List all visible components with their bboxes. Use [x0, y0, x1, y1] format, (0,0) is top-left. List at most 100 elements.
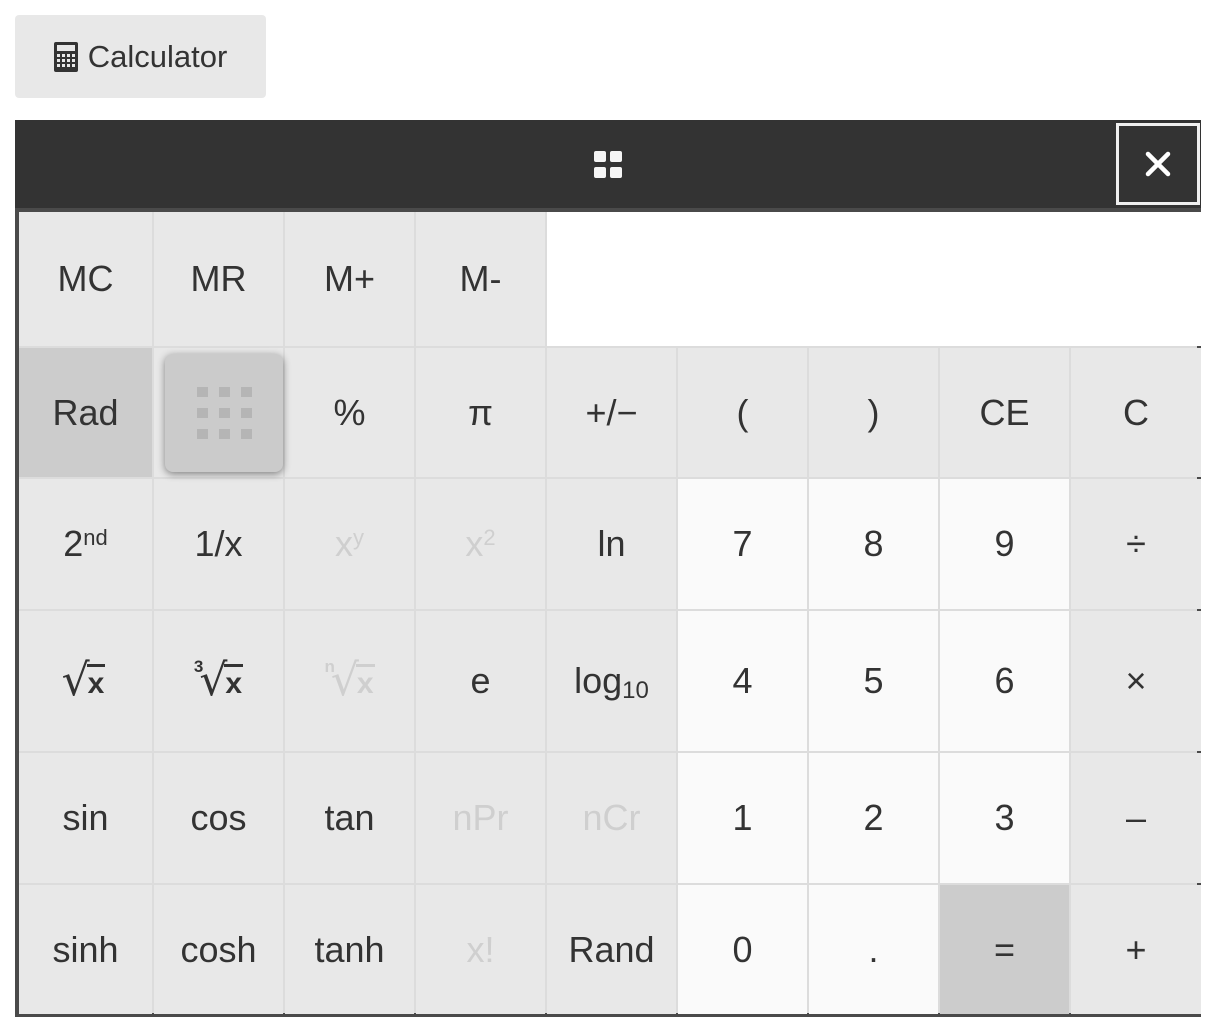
digit-9-button[interactable]: 9 [940, 479, 1069, 609]
cos-button[interactable]: cos [154, 753, 283, 883]
key-label: 1/x [194, 523, 243, 564]
close-paren-button[interactable]: ) [809, 348, 938, 477]
cube-root-button[interactable]: 3 √ x [154, 611, 283, 751]
key-label: Rad [52, 391, 119, 433]
tanh-button[interactable]: tanh [285, 885, 414, 1014]
subtract-button[interactable]: – [1071, 753, 1201, 883]
key-label: 3 [994, 797, 1015, 838]
root-symbol: 3 √ x [194, 655, 244, 706]
calculator-icon [53, 41, 78, 72]
close-button[interactable] [1116, 123, 1200, 205]
key-label: +/− [585, 391, 638, 433]
radical-icon: √ [199, 655, 228, 706]
natural-log-button[interactable]: ln [547, 479, 676, 609]
multiply-button[interactable]: × [1071, 611, 1201, 751]
digit-2-button[interactable]: 2 [809, 753, 938, 883]
digit-1-button[interactable]: 1 [678, 753, 807, 883]
keypad: MC MR M+ M- Rad% π +/−() CE C 2nd 1/x x y x 2 ln 7 8 9… [19, 212, 1201, 1014]
key-label: 9 [994, 523, 1015, 564]
log10-button[interactable]: log 10 [547, 611, 676, 751]
factorial-button: x! [416, 885, 545, 1014]
calculator-body: MC MR M+ M- Rad% π +/−() CE C 2nd 1/x x y x 2 ln 7 8 9… [15, 208, 1201, 1017]
key-label: nPr [452, 797, 509, 838]
decimal-button[interactable]: . [809, 885, 938, 1014]
memory-clear-button[interactable]: MC [19, 212, 152, 346]
tan-button[interactable]: tan [285, 753, 414, 883]
key-label: % [333, 391, 366, 433]
digit-7-button[interactable]: 7 [678, 479, 807, 609]
key-label: x [465, 523, 484, 564]
percent-button[interactable]: % [285, 348, 414, 477]
calculator-widget: MC MR M+ M- Rad% π +/−() CE C 2nd 1/x x y x 2 ln 7 8 9… [15, 120, 1201, 1017]
key-label: sinh [52, 928, 119, 970]
radical-icon: √ [330, 655, 359, 706]
sin-button[interactable]: sin [19, 753, 152, 883]
root-symbol: √ x [62, 659, 106, 703]
key-label: . [868, 928, 879, 970]
key-label: 2 [863, 797, 884, 838]
key-label: x [335, 523, 353, 564]
key-label: 1 [732, 797, 753, 838]
key-label: ÷ [1126, 523, 1146, 564]
digit-3-button[interactable]: 3 [940, 753, 1069, 883]
calculator-header[interactable] [15, 120, 1201, 208]
equals-button[interactable]: = [940, 885, 1069, 1014]
pi-button[interactable]: π [416, 348, 545, 477]
key-label: 5 [863, 660, 884, 701]
euler-button[interactable]: e [416, 611, 545, 751]
key-label: 8 [863, 523, 884, 564]
digit-0-button[interactable]: 0 [678, 885, 807, 1014]
close-icon [1145, 151, 1171, 177]
key-label: 4 [732, 660, 753, 701]
memory-subtract-button[interactable]: M- [416, 212, 545, 346]
square-root-button[interactable]: √ x [19, 611, 152, 751]
second-function-button[interactable]: 2nd [19, 479, 152, 609]
key-label: tan [324, 797, 375, 838]
nth-root-button: n √ x [285, 611, 414, 751]
key-label: tanh [314, 928, 385, 970]
sign-toggle-button[interactable]: +/− [547, 348, 676, 477]
key-label: π [468, 391, 493, 433]
memory-recall-button[interactable]: MR [154, 212, 283, 346]
angle-mode-button[interactable]: Rad [19, 348, 152, 477]
key-superscript: 2 [483, 525, 496, 550]
digit-8-button[interactable]: 8 [809, 479, 938, 609]
root-argument: x [86, 664, 106, 700]
digit-5-button[interactable]: 5 [809, 611, 938, 751]
open-paren-button[interactable]: ( [678, 348, 807, 477]
digit-6-button[interactable]: 6 [940, 611, 1069, 751]
power-button: xy [285, 479, 414, 609]
add-button[interactable]: + [1071, 885, 1201, 1014]
root-symbol: n √ x [324, 655, 375, 706]
key-label: cos [190, 797, 247, 838]
key-label: 2 [63, 523, 84, 564]
drag-handle-icon[interactable] [594, 151, 624, 179]
key-label: = [993, 928, 1016, 970]
key-label: 6 [994, 660, 1015, 701]
key-subscript: 10 [622, 677, 649, 704]
sinh-button[interactable]: sinh [19, 885, 152, 1014]
key-label: ( [736, 391, 749, 433]
memory-add-button[interactable]: M+ [285, 212, 414, 346]
calculator-launch-button[interactable]: Calculator [15, 15, 266, 98]
divide-button[interactable]: ÷ [1071, 479, 1201, 609]
key-label: 7 [732, 523, 753, 564]
key-label: x! [466, 928, 495, 970]
key-label: + [1125, 928, 1147, 970]
key-label: sin [62, 797, 109, 838]
reciprocal-button[interactable]: 1/x [154, 479, 283, 609]
key-label: e [470, 660, 491, 701]
calculator-launch-label: Calculator [87, 38, 228, 74]
dragged-key-tile[interactable] [165, 354, 283, 472]
clear-entry-button[interactable]: CE [940, 348, 1069, 477]
key-label: × [1125, 660, 1147, 701]
random-button[interactable]: Rand [547, 885, 676, 1014]
radical-icon: √ [61, 655, 90, 706]
key-label: nCr [582, 797, 641, 838]
cosh-button[interactable]: cosh [154, 885, 283, 1014]
grid-dots-icon [196, 387, 252, 439]
digit-4-button[interactable]: 4 [678, 611, 807, 751]
key-label: C [1123, 391, 1149, 433]
key-superscript: y [353, 525, 364, 550]
clear-button[interactable]: C [1071, 348, 1201, 477]
